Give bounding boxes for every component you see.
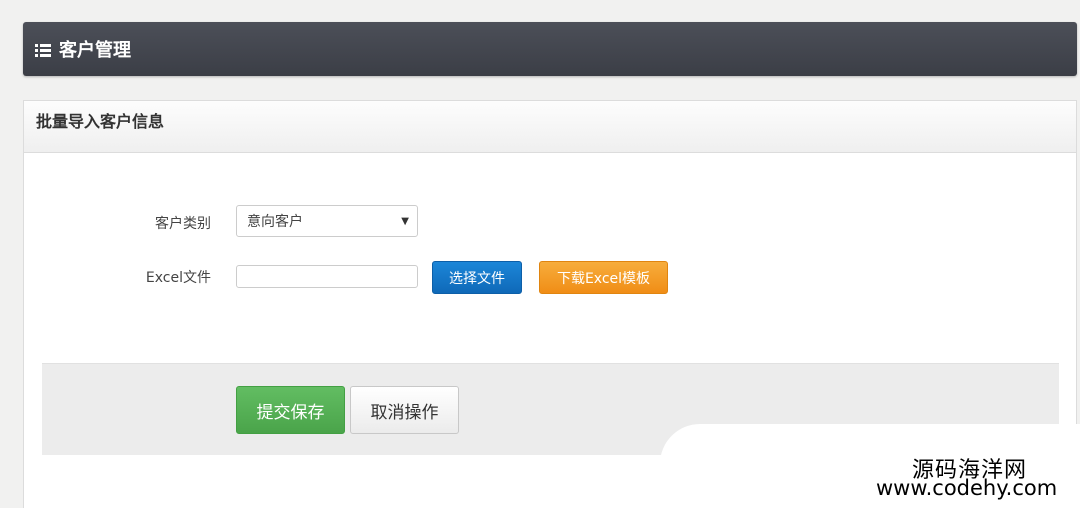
- download-template-button[interactable]: 下载Excel模板: [539, 261, 668, 294]
- list-icon: [35, 42, 51, 57]
- panel-title: 批量导入客户信息: [24, 101, 1076, 153]
- cancel-button[interactable]: 取消操作: [350, 386, 459, 434]
- watermark-url: www.codehy.com: [876, 476, 1058, 500]
- caret-down-icon: ▼: [401, 215, 409, 227]
- excel-file-label: Excel文件: [145, 270, 211, 286]
- page-title: 客户管理: [59, 40, 131, 61]
- excel-file-input[interactable]: [236, 265, 418, 288]
- page-header: 客户管理: [23, 22, 1077, 76]
- choose-file-button[interactable]: 选择文件: [432, 261, 522, 294]
- category-label: 客户类别: [155, 216, 211, 232]
- submit-save-button[interactable]: 提交保存: [236, 386, 345, 434]
- category-select[interactable]: 意向客户 ▼: [236, 205, 418, 237]
- category-select-value: 意向客户: [247, 214, 303, 230]
